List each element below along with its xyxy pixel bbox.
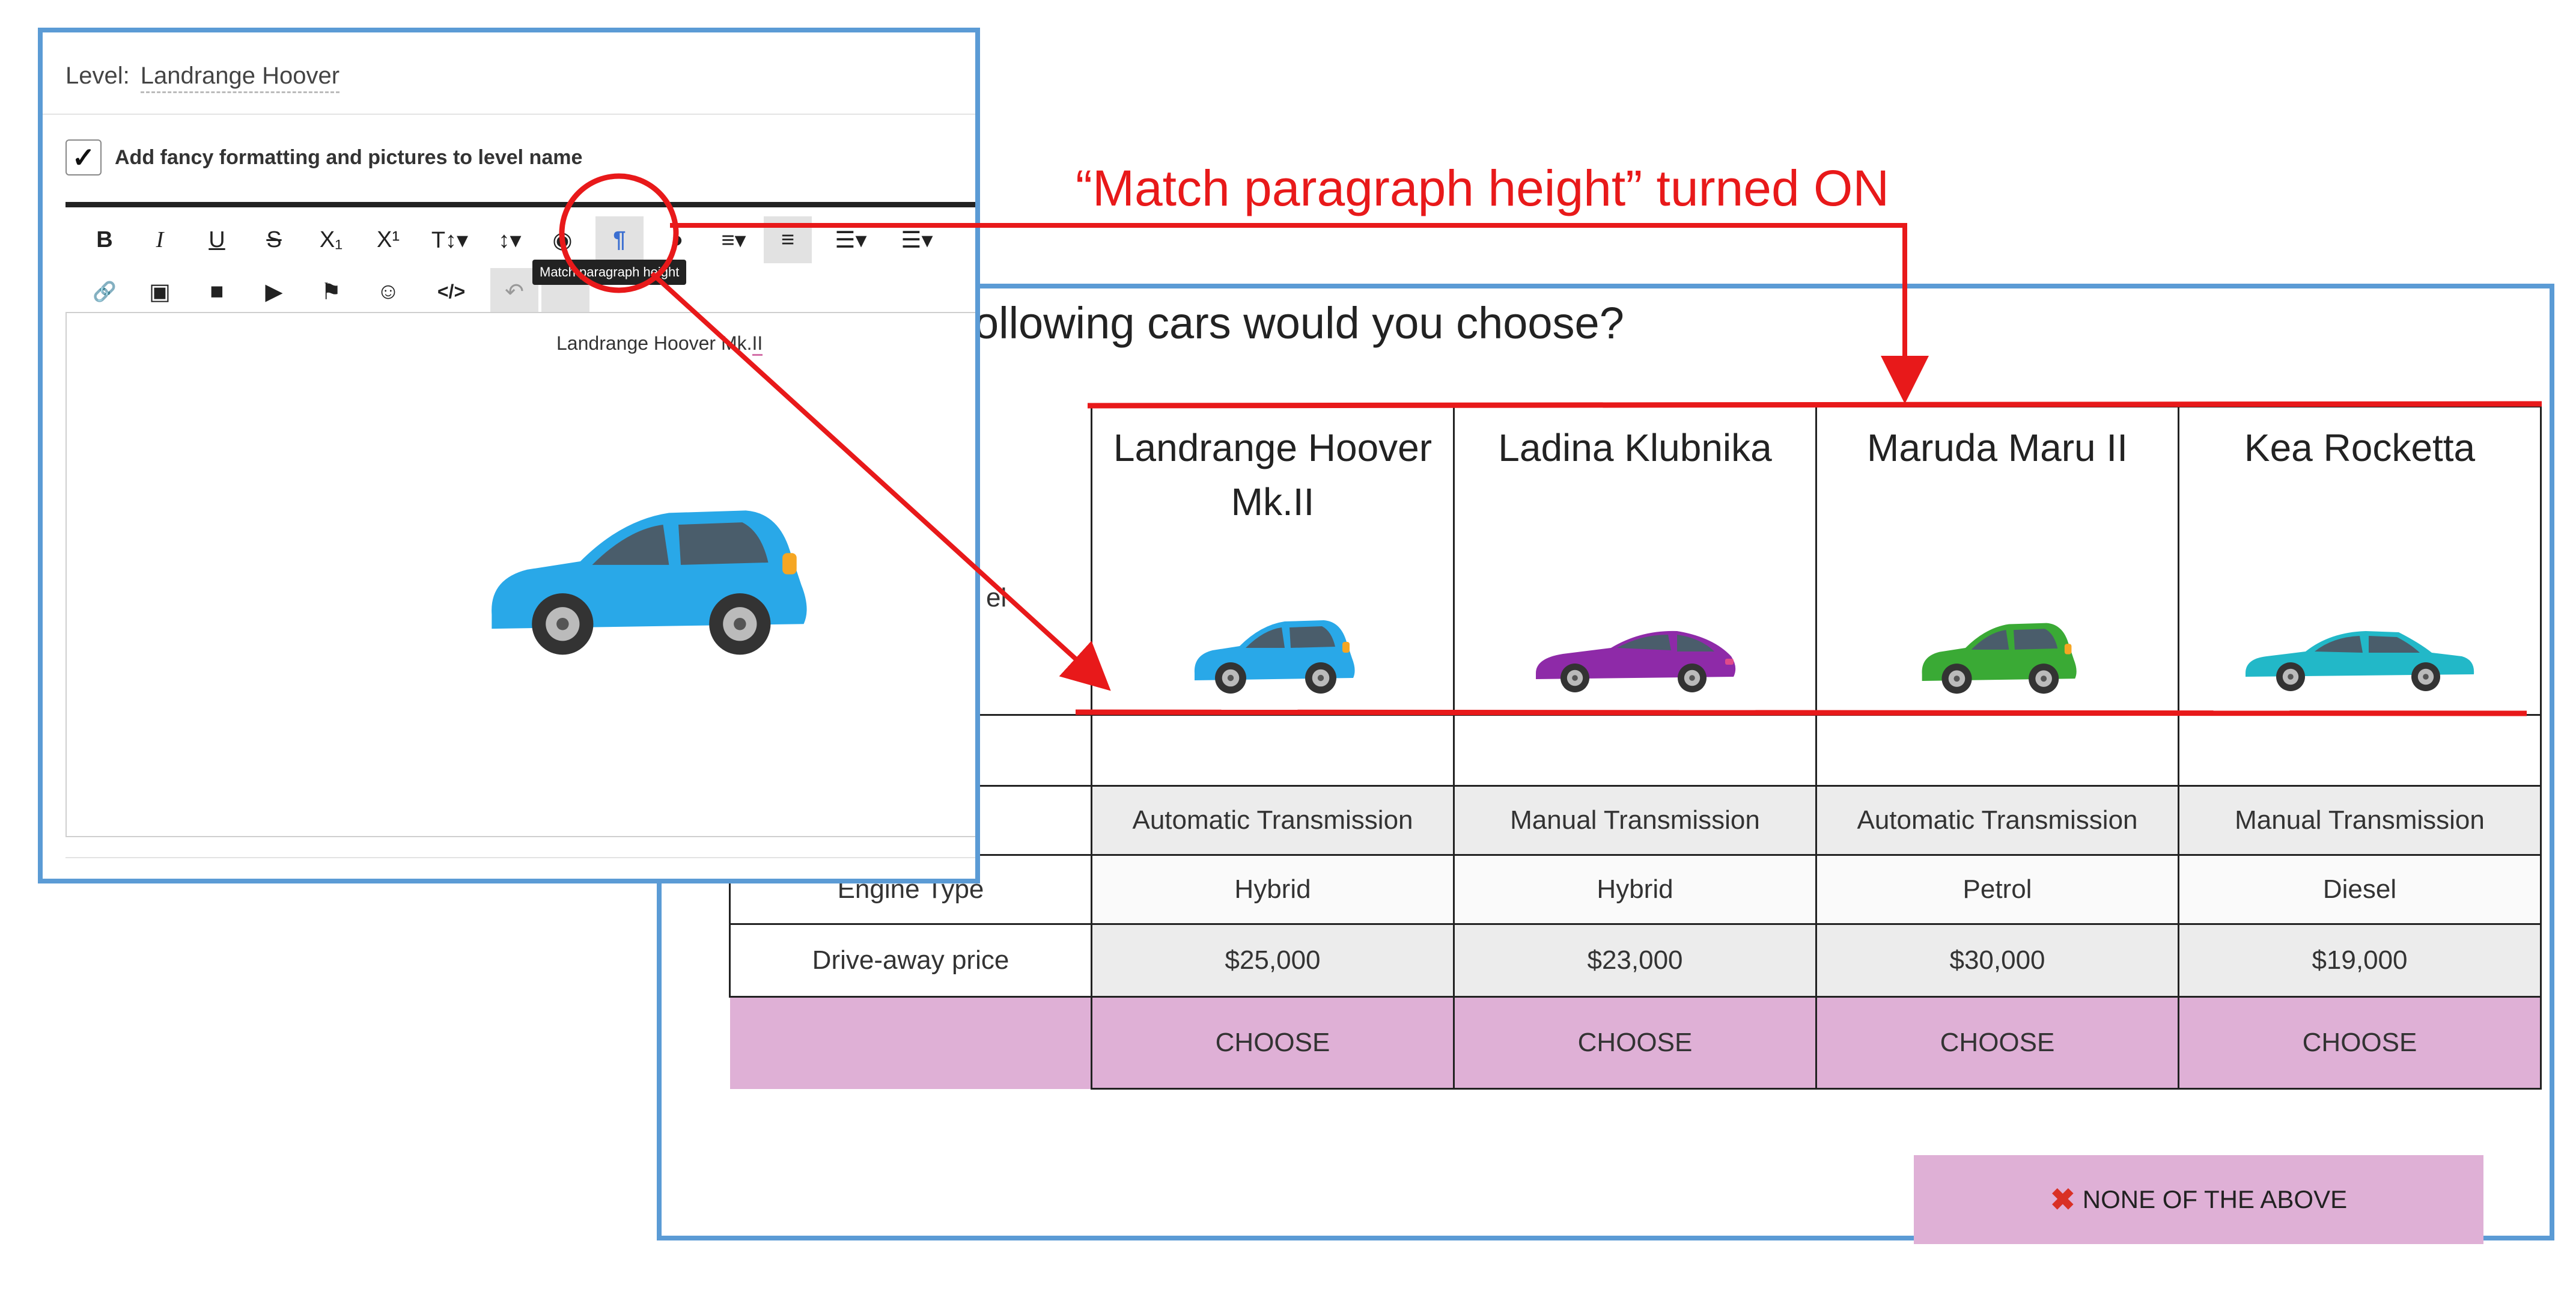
engine-cell: Petrol [1815, 854, 2179, 925]
divider [65, 857, 975, 858]
car-option-3: Maruda Maru II [1815, 406, 2179, 716]
choose-button-2[interactable]: CHOOSE [1453, 996, 1817, 1090]
editor-caption: Landrange Hoover Mk.II [556, 332, 763, 356]
annotation-label: “Match paragraph height” turned ON [1076, 160, 1890, 216]
transmission-cell: Automatic Transmission [1815, 785, 2179, 856]
font-size-dropdown[interactable]: T↕▾ [421, 216, 478, 263]
text-color-button[interactable]: ◉ [541, 216, 583, 263]
price-cell: $19,000 [2178, 923, 2542, 998]
fancy-formatting-label: Add fancy formatting and pictures to lev… [115, 145, 583, 169]
unordered-list-dropdown[interactable]: ☰▾ [890, 216, 944, 263]
choose-button-4[interactable]: CHOOSE [2178, 996, 2542, 1090]
tooltip: Match paragraph height [532, 260, 687, 285]
car-name-3: Maruda Maru II [1867, 426, 2128, 469]
embed-media-icon[interactable]: ▶ [253, 268, 295, 315]
strikethrough-button[interactable]: S [253, 216, 295, 263]
image-icon[interactable]: ▣ [139, 268, 181, 315]
fancy-formatting-option: ✓ Add fancy formatting and pictures to l… [65, 139, 582, 175]
price-cell: $25,000 [1091, 923, 1455, 998]
price-cell: $30,000 [1815, 923, 2179, 998]
engine-cell: Diesel [2178, 854, 2542, 925]
bold-button[interactable]: B [84, 216, 126, 263]
toolbar-top-border [65, 202, 975, 207]
car-option-4: Kea Rocketta [2178, 406, 2542, 716]
level-row: Level: Landrange Hoover [65, 63, 340, 93]
question-text: ollowing cars would you choose? [974, 298, 1624, 348]
car-option-2: Ladina Klubnika [1453, 406, 1817, 716]
engine-cell: Hybrid [1453, 854, 1817, 925]
price-cell: $23,000 [1453, 923, 1817, 998]
transmission-cell: Automatic Transmission [1091, 785, 1455, 856]
subscript-button[interactable]: X₁ [310, 216, 352, 263]
code-view-icon[interactable]: </> [427, 268, 475, 315]
level-label: Level: [65, 63, 130, 89]
link-icon[interactable]: 🔗 [84, 268, 126, 315]
editor-car-image [492, 510, 807, 655]
transmission-cell: Manual Transmission [2178, 785, 2542, 856]
italic-button[interactable]: I [139, 216, 181, 263]
car-image-3 [1922, 623, 2077, 694]
undo-icon[interactable]: ↶ [490, 268, 538, 315]
choose-button-1[interactable]: CHOOSE [1091, 996, 1455, 1090]
attribute-drive-away-price: Drive-away price [729, 924, 1092, 998]
level-editor-panel: Level: Landrange Hoover ✓ Add fancy forma… [38, 28, 980, 883]
car-name-1: Landrange Hoover Mk.II [1113, 426, 1433, 523]
car-image-4 [2246, 631, 2474, 691]
none-of-the-above-button[interactable]: ✖ NONE OF THE ABOVE [1914, 1155, 2483, 1244]
choose-button-3[interactable]: CHOOSE [1815, 996, 2179, 1090]
car-image-1 [1194, 620, 1355, 694]
ordered-list-dropdown[interactable]: ☰▾ [824, 216, 878, 263]
close-icon: ✖ [2050, 1183, 2075, 1216]
underline-button[interactable]: U [196, 216, 238, 263]
level-name-input[interactable]: Landrange Hoover [140, 63, 340, 93]
match-paragraph-height-button[interactable]: ¶ [595, 216, 644, 263]
spellcheck-underline-text: II [752, 332, 763, 356]
car-name-4: Kea Rocketta [2244, 426, 2476, 469]
divider [43, 114, 975, 115]
car-image-2 [1536, 630, 1736, 692]
rich-text-editor[interactable]: Landrange Hoover Mk.II [65, 312, 975, 837]
line-height-dropdown[interactable]: ↕▾ [484, 216, 535, 263]
align-dropdown[interactable]: ≡▾ [710, 216, 758, 263]
fancy-formatting-checkbox[interactable]: ✓ [65, 139, 102, 175]
flag-icon[interactable]: ⚑ [310, 268, 352, 315]
align-center-button[interactable]: ≡ [764, 216, 812, 263]
none-of-the-above-label: NONE OF THE ABOVE [2082, 1185, 2348, 1213]
checkmark-icon: ✓ [72, 142, 96, 173]
choice-table: Landrange Hoover Mk.II Ladina Klubnika M… [729, 406, 2542, 1090]
car-name-2: Ladina Klubnika [1498, 426, 1772, 469]
car-option-1: Landrange Hoover Mk.II [1091, 406, 1455, 716]
superscript-button[interactable]: X¹ [367, 216, 409, 263]
attribute-label-fragment: el [986, 583, 1007, 612]
background-color-button[interactable]: ◑ [656, 216, 698, 263]
transmission-cell: Manual Transmission [1453, 785, 1817, 856]
emoji-icon[interactable]: ☺ [367, 268, 409, 315]
video-icon[interactable]: ■ [196, 268, 238, 315]
engine-cell: Hybrid [1091, 854, 1455, 925]
